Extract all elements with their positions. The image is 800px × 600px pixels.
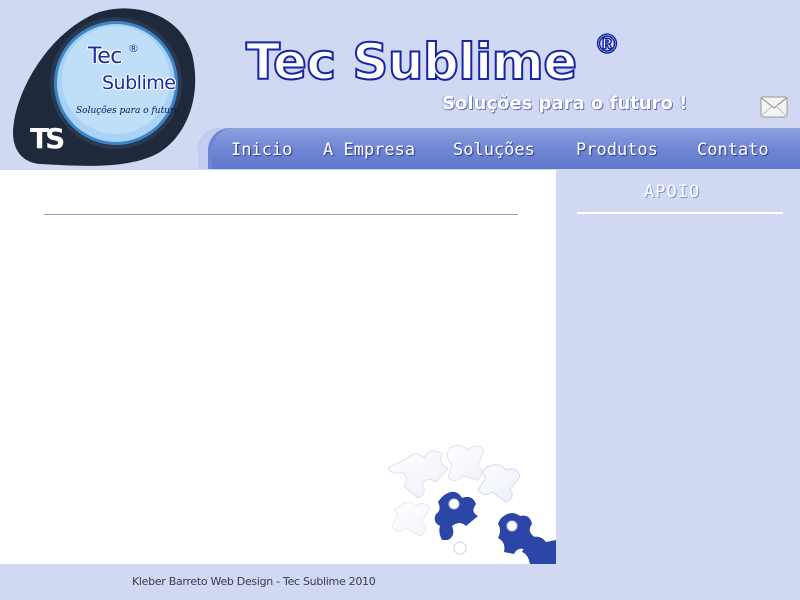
logo-text-tec: Tec: [88, 44, 122, 69]
registered-mark: ®: [593, 29, 621, 61]
footer-credit: Kleber Barreto Web Design - Tec Sublime …: [132, 575, 376, 588]
logo-text-sublime: Sublime: [102, 72, 176, 94]
site-slogan: Soluções para o futuro !: [442, 93, 688, 114]
main-content: [0, 170, 556, 564]
logo-registered-mark: ®: [128, 42, 139, 55]
nav-item-solucoes[interactable]: Soluções: [453, 140, 535, 160]
logo[interactable]: Tec ® Sublime Soluções para o futuro ! T…: [10, 4, 196, 166]
sidebar-divider: [577, 212, 783, 214]
envelope-icon[interactable]: [760, 96, 788, 118]
sidebar-title: APOIO: [644, 182, 701, 202]
site-title: Tec Sublime: [245, 32, 578, 92]
nav-item-a-empresa[interactable]: A Empresa: [323, 140, 415, 160]
content-divider: [44, 214, 518, 215]
nav-item-inicio[interactable]: Inicio: [231, 140, 292, 160]
nav-item-produtos[interactable]: Produtos: [576, 140, 658, 160]
puzzle-pieces-image: [387, 444, 556, 564]
logo-monogram: TS: [30, 122, 65, 155]
header: Tec ® Sublime Soluções para o futuro ! T…: [0, 0, 800, 170]
nav-item-contato[interactable]: Contato: [697, 140, 769, 160]
logo-tagline: Soluções para o futuro !: [76, 106, 187, 116]
sidebar: APOIO: [556, 170, 800, 564]
footer: Kleber Barreto Web Design - Tec Sublime …: [0, 564, 800, 600]
